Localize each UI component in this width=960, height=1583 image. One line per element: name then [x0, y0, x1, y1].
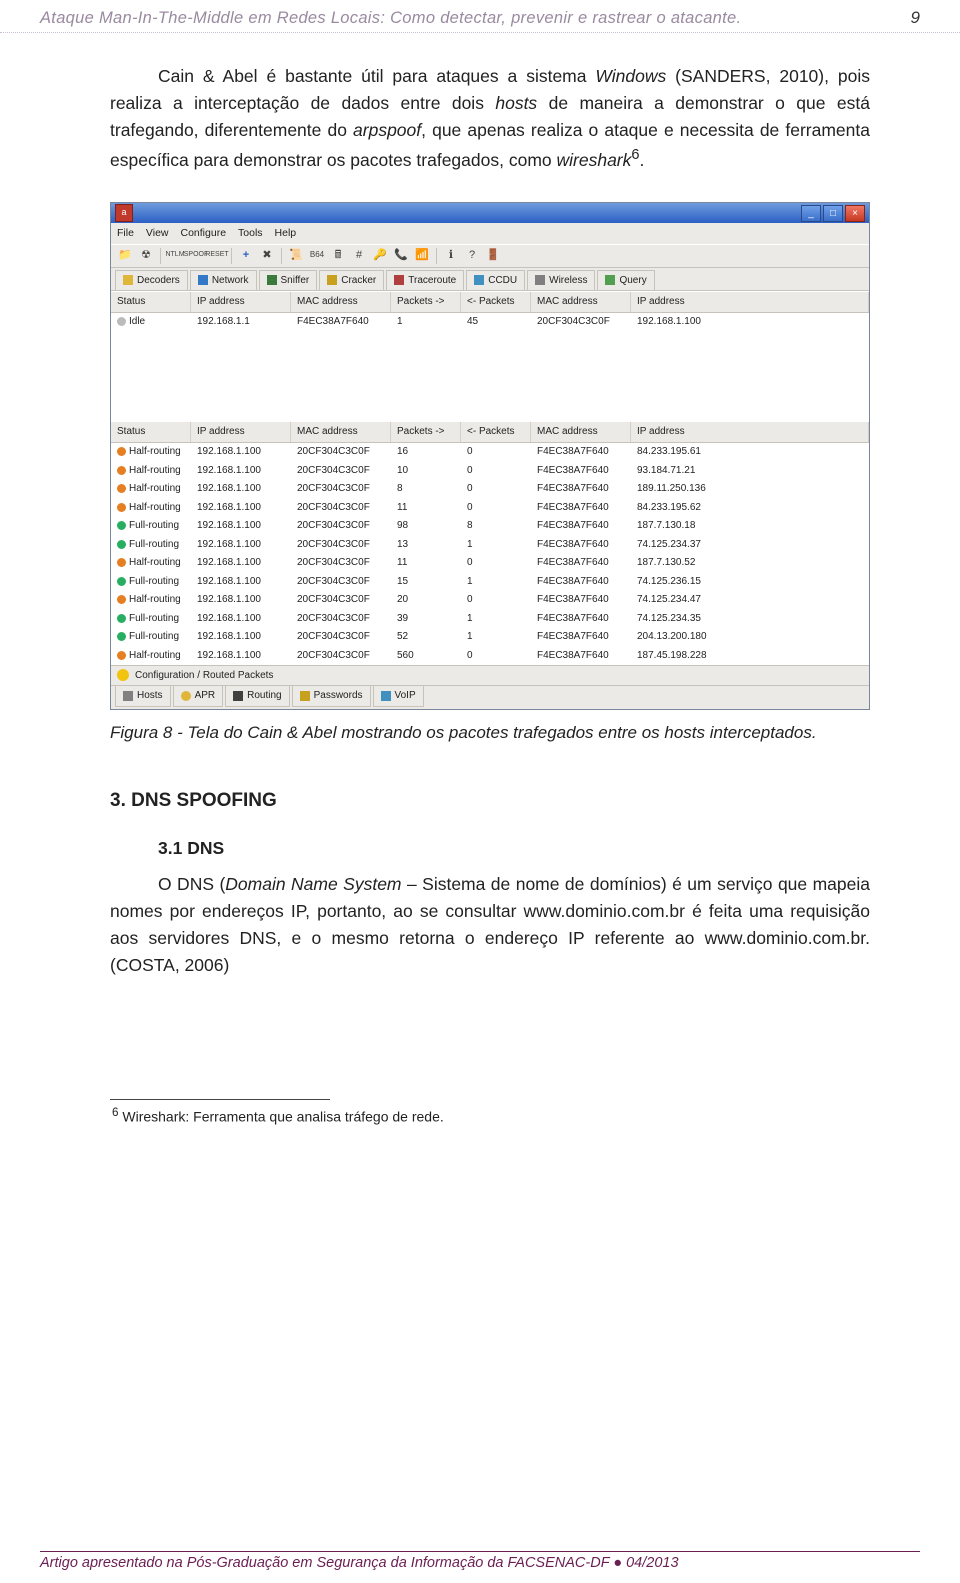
- table-row[interactable]: Full-routing192.168.1.10020CF304C3C0F988…: [111, 517, 869, 536]
- wifi-icon[interactable]: 📶: [414, 248, 430, 264]
- radiation-icon: [117, 669, 129, 681]
- tab-hosts[interactable]: Hosts: [115, 686, 171, 707]
- italic-term: wireshark: [557, 150, 632, 170]
- table-row[interactable]: Half-routing192.168.1.10020CF304C3C0F100…: [111, 461, 869, 480]
- window-titlebar: a _ □ ×: [111, 203, 869, 223]
- tab-sniffer[interactable]: Sniffer: [259, 270, 318, 291]
- subsection-heading-dns: 3.1 DNS: [158, 835, 870, 862]
- table-row[interactable]: Full-routing192.168.1.10020CF304C3C0F131…: [111, 535, 869, 554]
- spoof-icon[interactable]: SPOOF: [188, 248, 204, 264]
- table-row[interactable]: Full-routing192.168.1.10020CF304C3C0F151…: [111, 572, 869, 591]
- tab-traceroute[interactable]: Traceroute: [386, 270, 464, 291]
- tab-passwords[interactable]: Passwords: [292, 686, 371, 707]
- tab-routing[interactable]: Routing: [225, 686, 289, 707]
- tabs-top: Decoders Network Sniffer Cracker Tracero…: [111, 268, 869, 292]
- table-row[interactable]: Half-routing192.168.1.10020CF304C3C0F110…: [111, 498, 869, 517]
- page-number: 9: [911, 8, 920, 28]
- italic-term: arpspoof: [353, 120, 421, 140]
- tabs-bottom: Hosts APR Routing Passwords VoIP: [111, 685, 869, 709]
- remove-icon[interactable]: ✖: [259, 248, 275, 264]
- tab-wireless[interactable]: Wireless: [527, 270, 595, 291]
- text: O DNS (: [158, 874, 225, 894]
- tab-query[interactable]: Query: [597, 270, 654, 291]
- italic-term: Domain Name System: [225, 874, 401, 894]
- reset-icon[interactable]: RESET: [209, 248, 225, 264]
- toolbar: 📁 ☢ NTLM SPOOF RESET + ✖ 📜 B64 🖩 # 🔑 📞 📶…: [111, 244, 869, 268]
- config-routed-tab[interactable]: Configuration / Routed Packets: [111, 665, 869, 686]
- body-paragraph-1: Cain & Abel é bastante útil para ataques…: [110, 63, 870, 174]
- table-row[interactable]: Full-routing192.168.1.10020CF304C3C0F391…: [111, 609, 869, 628]
- table-row[interactable]: Idle192.168.1.1F4EC38A7F64014520CF304C3C…: [111, 313, 869, 332]
- grid-header-bottom: StatusIP addressMAC addressPackets -><- …: [111, 421, 869, 443]
- footnote-ref: 6: [631, 147, 639, 163]
- config-routed-label: Configuration / Routed Packets: [135, 668, 273, 684]
- page-header: Ataque Man-In-The-Middle em Redes Locais…: [0, 0, 960, 33]
- close-button[interactable]: ×: [845, 205, 865, 222]
- table-row[interactable]: Full-routing192.168.1.10020CF304C3C0F521…: [111, 628, 869, 647]
- ccdu-icon[interactable]: 📞: [393, 248, 409, 264]
- menu-configure[interactable]: Configure: [181, 225, 227, 241]
- add-icon[interactable]: +: [238, 248, 254, 264]
- tab-cracker[interactable]: Cracker: [319, 270, 384, 291]
- bottom-grid: StatusIP addressMAC addressPackets -><- …: [111, 421, 869, 665]
- minimize-button[interactable]: _: [801, 205, 821, 222]
- menu-tools[interactable]: Tools: [238, 225, 263, 241]
- doc-running-title: Ataque Man-In-The-Middle em Redes Locais…: [40, 9, 911, 28]
- section-heading-dns-spoofing: 3. DNS SPOOFING: [110, 786, 870, 815]
- footnote-6: 6 Wireshark: Ferramenta que analisa tráf…: [110, 1104, 870, 1128]
- menubar: File View Configure Tools Help: [111, 223, 869, 243]
- hash-icon[interactable]: #: [351, 248, 367, 264]
- menu-view[interactable]: View: [146, 225, 169, 241]
- cain-window: a _ □ × File View Configure Tools Help 📁…: [110, 202, 870, 709]
- menu-file[interactable]: File: [117, 225, 134, 241]
- table-row[interactable]: Half-routing192.168.1.10020CF304C3C0F560…: [111, 646, 869, 665]
- menu-help[interactable]: Help: [275, 225, 297, 241]
- table-row[interactable]: Half-routing192.168.1.10020CF304C3C0F200…: [111, 591, 869, 610]
- b64-icon[interactable]: B64: [309, 248, 325, 264]
- italic-term: Windows: [595, 66, 666, 86]
- italic-term: hosts: [495, 93, 537, 113]
- app-icon: a: [115, 204, 133, 222]
- page-footer: Artigo apresentado na Pós-Graduação em S…: [40, 1551, 920, 1571]
- footnote-separator: [110, 1099, 330, 1100]
- exit-icon[interactable]: 🚪: [485, 248, 501, 264]
- text: .: [640, 150, 645, 170]
- table-row[interactable]: Half-routing192.168.1.10020CF304C3C0F110…: [111, 554, 869, 573]
- tab-voip[interactable]: VoIP: [373, 686, 424, 707]
- cert-icon[interactable]: 📜: [288, 248, 304, 264]
- radiation-icon[interactable]: ☢: [138, 248, 154, 264]
- calc-icon[interactable]: 🖩: [330, 248, 346, 264]
- ntlm-icon[interactable]: NTLM: [167, 248, 183, 264]
- table-row[interactable]: Half-routing192.168.1.10020CF304C3C0F160…: [111, 443, 869, 462]
- tab-decoders[interactable]: Decoders: [115, 270, 188, 291]
- maximize-button[interactable]: □: [823, 205, 843, 222]
- info-icon[interactable]: ℹ: [443, 248, 459, 264]
- help-icon[interactable]: ?: [464, 248, 480, 264]
- open-icon[interactable]: 📁: [117, 248, 133, 264]
- body-paragraph-dns: O DNS (Domain Name System – Sistema de n…: [110, 871, 870, 980]
- text: Cain & Abel é bastante útil para ataques…: [158, 66, 595, 86]
- tab-apr[interactable]: APR: [173, 686, 224, 707]
- figure-caption: Figura 8 - Tela do Cain & Abel mostrando…: [110, 720, 870, 746]
- rsa-icon[interactable]: 🔑: [372, 248, 388, 264]
- table-row[interactable]: Half-routing192.168.1.10020CF304C3C0F80F…: [111, 480, 869, 499]
- tab-ccdu[interactable]: CCDU: [466, 270, 525, 291]
- tab-network[interactable]: Network: [190, 270, 257, 291]
- top-grid: StatusIP addressMAC addressPackets -><- …: [111, 291, 869, 421]
- grid-header-top: StatusIP addressMAC addressPackets -><- …: [111, 291, 869, 313]
